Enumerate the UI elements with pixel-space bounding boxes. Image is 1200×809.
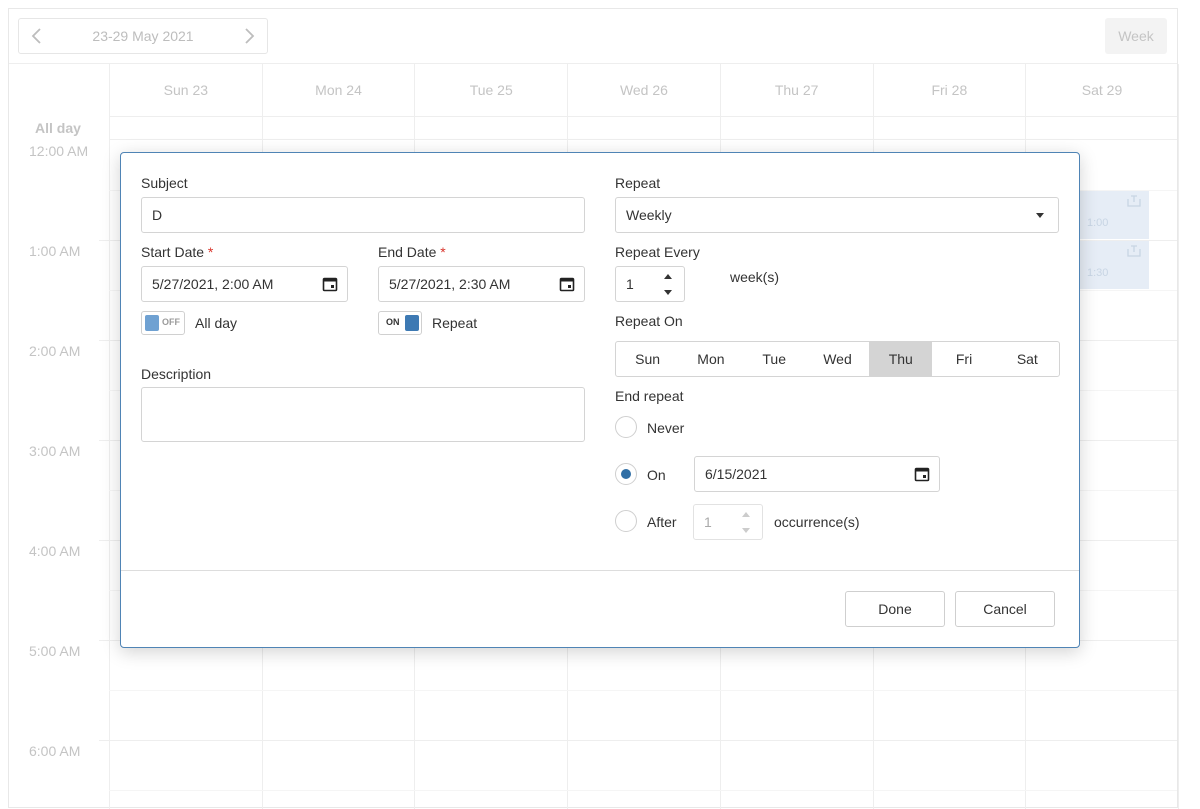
weekday-sun[interactable]: Sun [616, 342, 679, 376]
repeat-on-label: Repeat On [615, 313, 683, 329]
start-date-label: Start Date * [141, 244, 214, 260]
all-day-label: All day [35, 120, 81, 136]
repeat-every-value: 1 [626, 276, 634, 292]
end-on-date-value: 6/15/2021 [705, 466, 768, 482]
date-navigator: 23-29 May 2021 [18, 18, 268, 54]
subject-label: Subject [141, 175, 188, 191]
all-day-toggle-label: All day [195, 315, 238, 331]
end-date-input[interactable]: 5/27/2021, 2:30 AM [378, 266, 585, 302]
weekday-sat[interactable]: Sat [996, 342, 1059, 376]
weekday-wed[interactable]: Wed [806, 342, 869, 376]
calendar-icon[interactable] [559, 276, 575, 292]
end-after-value: 1 [704, 514, 712, 530]
spin-up-icon[interactable] [664, 274, 672, 279]
end-date-label: End Date * [378, 244, 446, 260]
time-label: 6:00 AM [29, 743, 81, 759]
weekday-thu[interactable]: Thu [869, 342, 933, 376]
end-on-date-input[interactable]: 6/15/2021 [694, 456, 940, 492]
dialog-footer-divider [121, 570, 1079, 571]
toggle-state: OFF [162, 317, 180, 327]
appointment-dialog: Subject D Start Date * 5/27/2021, 2:00 A… [120, 152, 1080, 648]
toggle-knob [405, 315, 419, 331]
chevron-right-icon[interactable] [239, 26, 259, 46]
end-repeat-label: End repeat [615, 388, 684, 404]
end-on-label: On [647, 467, 666, 483]
time-label: 5:00 AM [29, 643, 81, 659]
description-label: Description [141, 366, 212, 382]
end-never-radio[interactable] [615, 416, 637, 438]
weekday-mon[interactable]: Mon [679, 342, 742, 376]
start-date-value: 5/27/2021, 2:00 AM [152, 276, 274, 292]
start-date-input[interactable]: 5/27/2021, 2:00 AM [141, 266, 348, 302]
grid-column-line [109, 64, 110, 809]
all-day-row[interactable] [109, 116, 1177, 140]
description-input[interactable] [141, 387, 585, 442]
toggle-knob [145, 315, 159, 331]
repeat-toggle[interactable]: ON [378, 311, 422, 335]
weekday-fri[interactable]: Fri [932, 342, 995, 376]
repeat-select-value: Weekly [626, 207, 672, 223]
time-label: 1:00 AM [29, 243, 81, 259]
day-header[interactable]: Fri 28 [872, 64, 1026, 116]
end-after-unit: occurrence(s) [774, 514, 860, 530]
day-header[interactable]: Wed 26 [567, 64, 720, 116]
repeat-label: Repeat [615, 175, 661, 191]
scheduler-toolbar: 23-29 May 2021 Week [9, 9, 1177, 64]
cancel-button[interactable]: Cancel [955, 591, 1055, 627]
grid-half-hour-line [109, 790, 1177, 791]
day-header[interactable]: Sun 23 [109, 64, 262, 116]
repeat-toggle-label: Repeat [432, 315, 478, 331]
appointment[interactable]: 1:00 [1079, 191, 1149, 239]
end-after-radio[interactable] [615, 510, 637, 532]
repeat-every-label: Repeat Every [615, 244, 700, 260]
calendar-icon[interactable] [914, 466, 930, 482]
repeat-on-days: Sun Mon Tue Wed Thu Fri Sat [615, 341, 1060, 377]
caret-down-icon [1036, 213, 1044, 218]
appointment-time: 1:30 [1087, 267, 1109, 279]
repeat-icon [1127, 195, 1141, 207]
repeat-icon [1127, 245, 1141, 257]
grid-half-hour-line [109, 690, 1177, 691]
end-after-stepper[interactable]: 1 [693, 504, 763, 540]
appointment-time: 1:00 [1087, 217, 1109, 229]
spin-down-icon[interactable] [664, 290, 672, 295]
repeat-every-unit: week(s) [730, 269, 780, 285]
week-view-button[interactable]: Week [1105, 18, 1167, 54]
spin-down-icon[interactable] [742, 528, 750, 533]
toggle-state: ON [386, 317, 400, 327]
repeat-every-stepper[interactable]: 1 [615, 266, 685, 302]
done-button[interactable]: Done [845, 591, 945, 627]
grid-column-line [1177, 64, 1179, 809]
time-label: 3:00 AM [29, 443, 81, 459]
end-on-radio[interactable] [615, 463, 637, 485]
spin-up-icon[interactable] [742, 512, 750, 517]
end-never-label: Never [647, 420, 685, 436]
day-header[interactable]: Thu 27 [719, 64, 873, 116]
subject-input[interactable]: D [141, 197, 585, 233]
end-date-value: 5/27/2021, 2:30 AM [389, 276, 511, 292]
time-label: 2:00 AM [29, 343, 81, 359]
day-header[interactable]: Sat 29 [1025, 64, 1178, 116]
day-header[interactable]: Tue 25 [414, 64, 567, 116]
time-label: 12:00 AM [29, 143, 89, 159]
subject-value: D [152, 207, 163, 223]
calendar-icon[interactable] [322, 276, 338, 292]
repeat-select[interactable]: Weekly [615, 197, 1059, 233]
grid-hour-line [99, 740, 1177, 741]
appointment[interactable]: 1:30 [1079, 241, 1149, 289]
all-day-toggle[interactable]: OFF [141, 311, 185, 335]
weekday-tue[interactable]: Tue [743, 342, 806, 376]
day-header[interactable]: Mon 24 [261, 64, 415, 116]
time-label: 4:00 AM [29, 543, 81, 559]
date-range-label[interactable]: 23-29 May 2021 [19, 28, 267, 44]
end-after-label: After [647, 514, 677, 530]
